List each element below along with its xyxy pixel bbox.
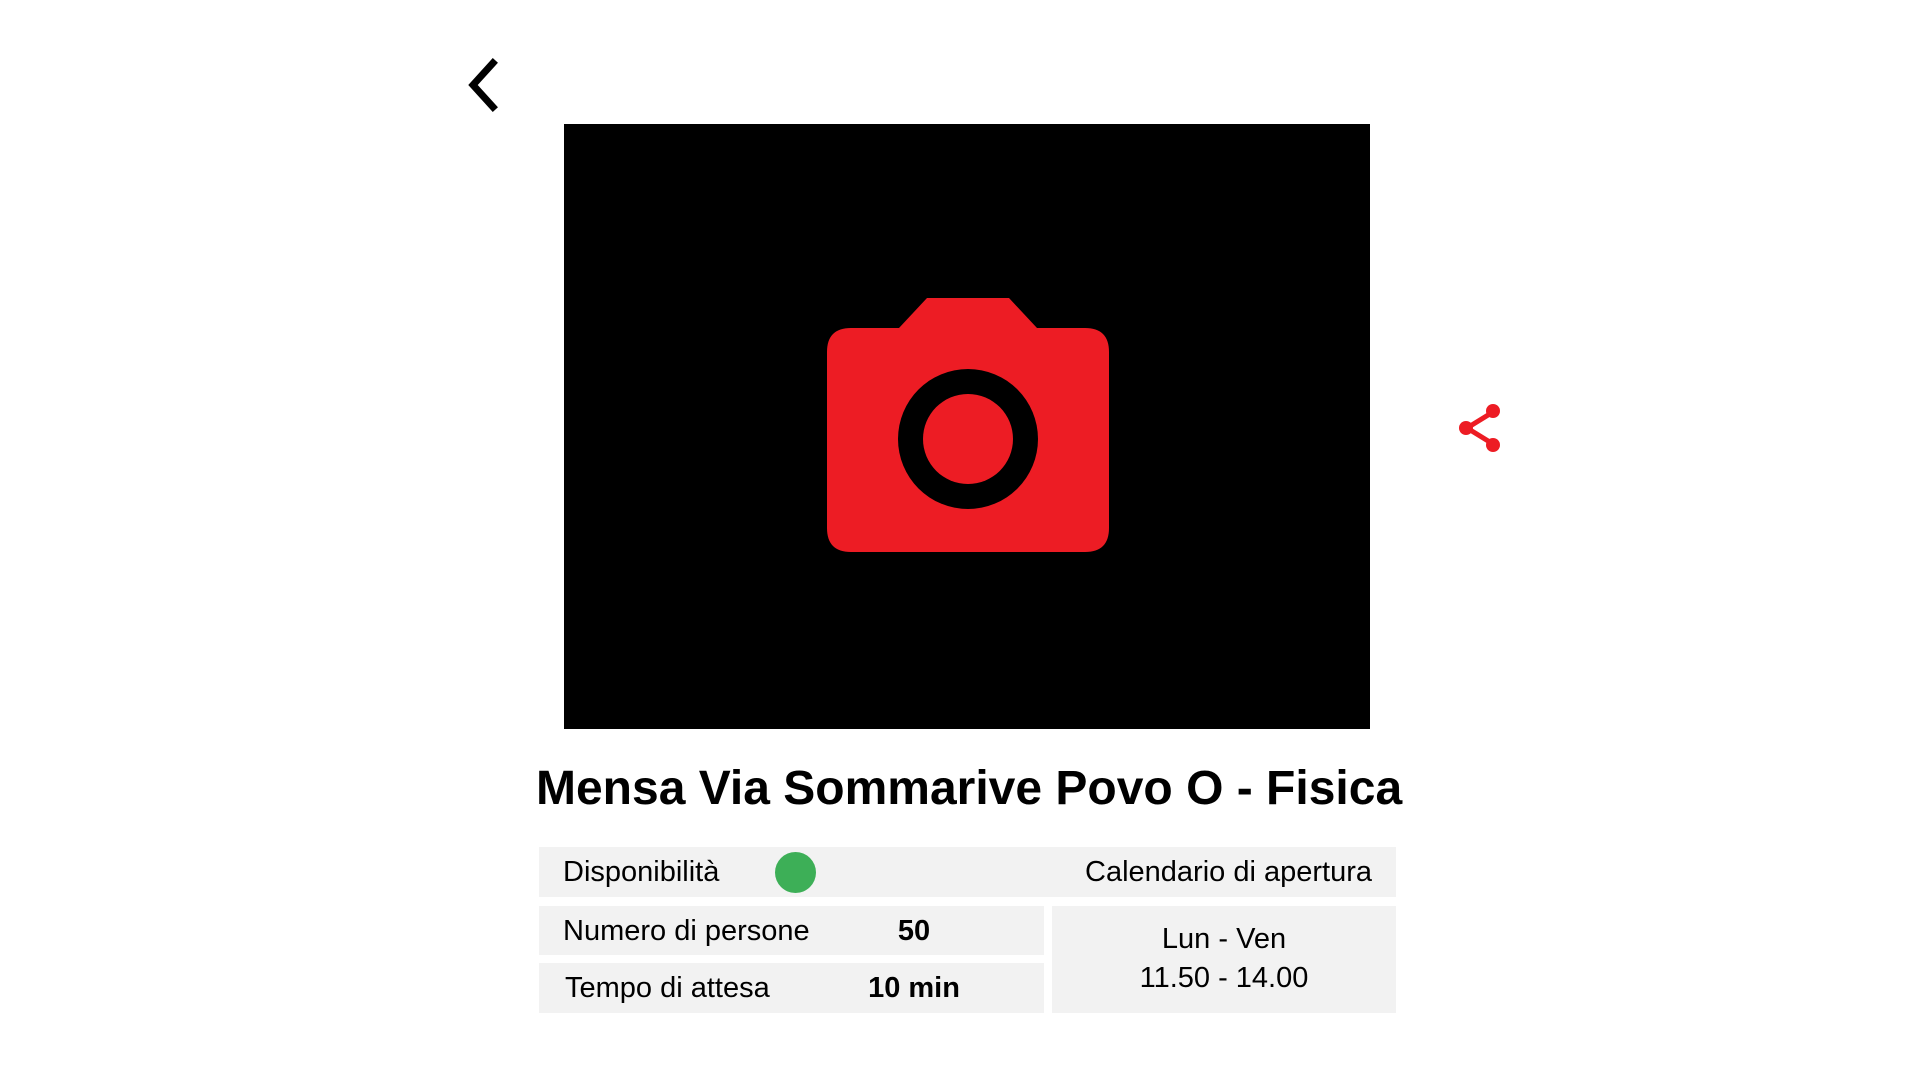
opening-schedule: Lun - Ven 11.50 - 14.00 bbox=[1052, 906, 1396, 1013]
chevron-left-icon bbox=[468, 58, 498, 112]
availability-status-indicator bbox=[775, 852, 816, 893]
place-detail-page: Mensa Via Sommarive Povo O - Fisica Disp… bbox=[0, 0, 1920, 1080]
place-photo bbox=[564, 124, 1370, 729]
people-count-value: 50 bbox=[897, 915, 931, 947]
back-button[interactable] bbox=[463, 57, 509, 113]
people-count-label: Numero di persone bbox=[563, 915, 810, 947]
camera-icon bbox=[827, 298, 1109, 552]
wait-time-row: Tempo di attesa 10 min bbox=[539, 963, 1044, 1013]
place-title: Mensa Via Sommarive Povo O - Fisica bbox=[536, 762, 1403, 815]
share-button[interactable] bbox=[1457, 402, 1505, 454]
opening-hours: 11.50 - 14.00 bbox=[1139, 962, 1309, 994]
opening-days: Lun - Ven bbox=[1161, 923, 1287, 955]
people-count-row: Numero di persone 50 bbox=[539, 906, 1044, 955]
wait-time-value: 10 min bbox=[868, 972, 960, 1004]
calendar-label: Calendario di apertura bbox=[1085, 856, 1372, 888]
availability-label: Disponibilità bbox=[563, 856, 720, 888]
share-icon bbox=[1459, 404, 1500, 452]
availability-row: Disponibilità Calendario di apertura bbox=[539, 847, 1396, 897]
wait-time-label: Tempo di attesa bbox=[565, 972, 770, 1004]
